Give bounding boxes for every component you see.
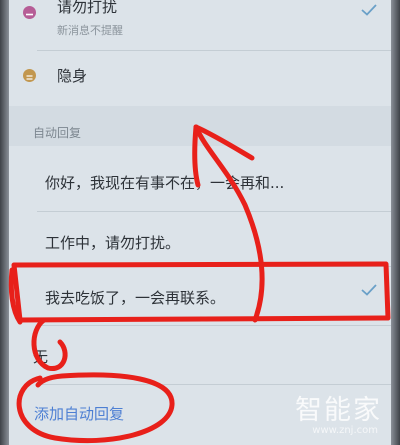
watermark-logo: 智能家 (295, 395, 382, 426)
red-annotation-overlay (8, 124, 391, 444)
watermark-url: www.znj.com (312, 425, 378, 436)
annotation-stroke (31, 317, 68, 371)
annotation-arrow-head (192, 124, 201, 188)
annotation-ellipse (16, 372, 175, 444)
annotation-highlight-box (11, 261, 391, 323)
